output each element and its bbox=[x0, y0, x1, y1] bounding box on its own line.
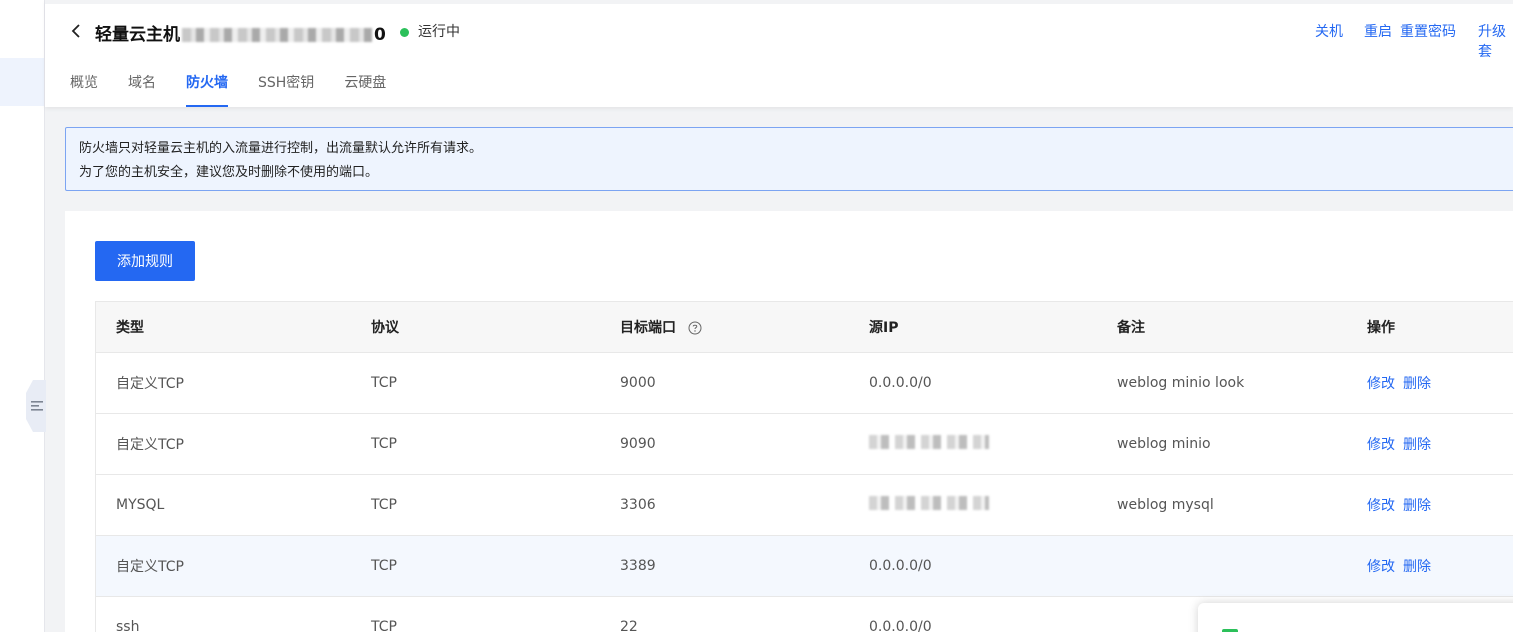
cell-source-ip: 0.0.0.0/0 bbox=[869, 375, 932, 391]
rules-card: 添加规则 类型 协议 目标端口 源IP 备注 操作 自定义TCP TCP 900… bbox=[65, 211, 1513, 632]
edit-button[interactable]: 修改 bbox=[1367, 437, 1395, 453]
table-row: 自定义TCP TCP 9000 0.0.0.0/0 weblog minio l… bbox=[96, 352, 1513, 413]
tab-overview[interactable]: 概览 bbox=[70, 72, 98, 107]
cell-port: 9000 bbox=[620, 375, 656, 391]
header-type: 类型 bbox=[116, 320, 144, 336]
shutdown-button[interactable]: 关机 bbox=[1315, 21, 1343, 41]
menu-list-icon bbox=[30, 401, 43, 411]
cell-type: 自定义TCP bbox=[116, 559, 184, 575]
rules-table: 类型 协议 目标端口 源IP 备注 操作 自定义TCP TCP 9000 0.0… bbox=[95, 301, 1513, 632]
cell-port: 3389 bbox=[620, 558, 656, 574]
header-source-ip: 源IP bbox=[869, 320, 899, 336]
cell-source-ip: 0.0.0.0/0 bbox=[869, 558, 932, 574]
upgrade-button[interactable]: 升级套 bbox=[1478, 21, 1513, 61]
cell-port: 9090 bbox=[620, 436, 656, 452]
delete-button[interactable]: 删除 bbox=[1403, 559, 1431, 575]
cell-note: weblog minio look bbox=[1117, 375, 1245, 391]
collapse-sidebar-handle[interactable] bbox=[26, 380, 46, 432]
title-suffix: 0 bbox=[374, 25, 386, 45]
tab-ssh-keys[interactable]: SSH密钥 bbox=[258, 72, 314, 107]
cell-note: weblog mysql bbox=[1117, 497, 1214, 513]
firewall-notice: 防火墙只对轻量云主机的入流量进行控制，出流量默认允许所有请求。 为了您的主机安全… bbox=[65, 127, 1513, 191]
cell-port: 3306 bbox=[620, 497, 656, 513]
cell-note: weblog minio bbox=[1117, 436, 1211, 452]
cell-type: 自定义TCP bbox=[116, 437, 184, 453]
tab-cloud-disk[interactable]: 云硬盘 bbox=[344, 72, 386, 107]
add-rule-button[interactable]: 添加规则 bbox=[95, 241, 195, 281]
rail-active-item[interactable] bbox=[0, 58, 44, 106]
delete-button[interactable]: 删除 bbox=[1403, 376, 1431, 392]
tab-bar: 概览 域名 防火墙 SSH密钥 云硬盘 bbox=[70, 72, 416, 107]
cell-protocol: TCP bbox=[371, 558, 397, 574]
cell-source-ip: 0.0.0.0/0 bbox=[869, 619, 932, 632]
cell-protocol: TCP bbox=[371, 619, 397, 632]
table-header-row: 类型 协议 目标端口 源IP 备注 操作 bbox=[96, 302, 1513, 352]
status-badge: 运行中 bbox=[418, 24, 460, 40]
reset-password-button[interactable]: 重置密码 bbox=[1400, 21, 1456, 41]
delete-button[interactable]: 删除 bbox=[1403, 437, 1431, 453]
status-dot-icon bbox=[400, 28, 409, 37]
chevron-left-icon bbox=[71, 24, 80, 38]
cell-type: MYSQL bbox=[116, 497, 165, 513]
delete-button[interactable]: 删除 bbox=[1403, 498, 1431, 514]
cell-port: 22 bbox=[620, 619, 638, 632]
notice-line-2: 为了您的主机安全，建议您及时删除不使用的端口。 bbox=[79, 165, 379, 180]
table-row: 自定义TCP TCP 3389 0.0.0.0/0 修改 删除 bbox=[96, 535, 1513, 596]
cell-actions: 修改 删除 bbox=[1367, 495, 1431, 515]
cell-source-ip-redacted bbox=[869, 435, 989, 453]
cell-type: ssh bbox=[116, 619, 140, 632]
header-actions: 操作 bbox=[1367, 320, 1395, 336]
cell-protocol: TCP bbox=[371, 436, 397, 452]
cell-actions: 修改 删除 bbox=[1367, 556, 1431, 576]
toast-notification bbox=[1198, 603, 1513, 632]
back-button[interactable] bbox=[67, 21, 87, 41]
redacted-ip bbox=[869, 435, 989, 449]
reboot-button[interactable]: 重启 bbox=[1364, 21, 1392, 41]
title-prefix: 轻量云主机 bbox=[95, 25, 180, 45]
edit-button[interactable]: 修改 bbox=[1367, 559, 1395, 575]
table-row: 自定义TCP TCP 9090 weblog minio 修改 删除 bbox=[96, 413, 1513, 474]
cell-actions: 修改 删除 bbox=[1367, 434, 1431, 454]
cell-source-ip-redacted bbox=[869, 496, 989, 514]
page-title: 轻量云主机 0 bbox=[95, 20, 386, 45]
edit-button[interactable]: 修改 bbox=[1367, 498, 1395, 514]
tab-domain[interactable]: 域名 bbox=[128, 72, 156, 107]
redacted-ip bbox=[869, 496, 989, 510]
header-port: 目标端口 bbox=[620, 317, 702, 337]
cell-actions: 修改 删除 bbox=[1367, 373, 1431, 393]
left-rail bbox=[0, 0, 46, 632]
cell-type: 自定义TCP bbox=[116, 376, 184, 392]
cell-protocol: TCP bbox=[371, 497, 397, 513]
notice-line-1: 防火墙只对轻量云主机的入流量进行控制，出流量默认允许所有请求。 bbox=[79, 141, 483, 156]
header-port-label: 目标端口 bbox=[620, 320, 676, 336]
table-row: MYSQL TCP 3306 weblog mysql 修改 删除 bbox=[96, 474, 1513, 535]
cell-protocol: TCP bbox=[371, 375, 397, 391]
page-header: 轻量云主机 0 运行中 关机 重启 重置密码 升级套 概览 域名 防火墙 SSH密… bbox=[45, 0, 1513, 107]
redacted-instance-name bbox=[182, 28, 372, 42]
header-protocol: 协议 bbox=[371, 320, 399, 336]
help-circle-icon[interactable] bbox=[688, 321, 702, 335]
edit-button[interactable]: 修改 bbox=[1367, 376, 1395, 392]
tab-firewall[interactable]: 防火墙 bbox=[186, 72, 228, 107]
header-note: 备注 bbox=[1117, 320, 1145, 336]
